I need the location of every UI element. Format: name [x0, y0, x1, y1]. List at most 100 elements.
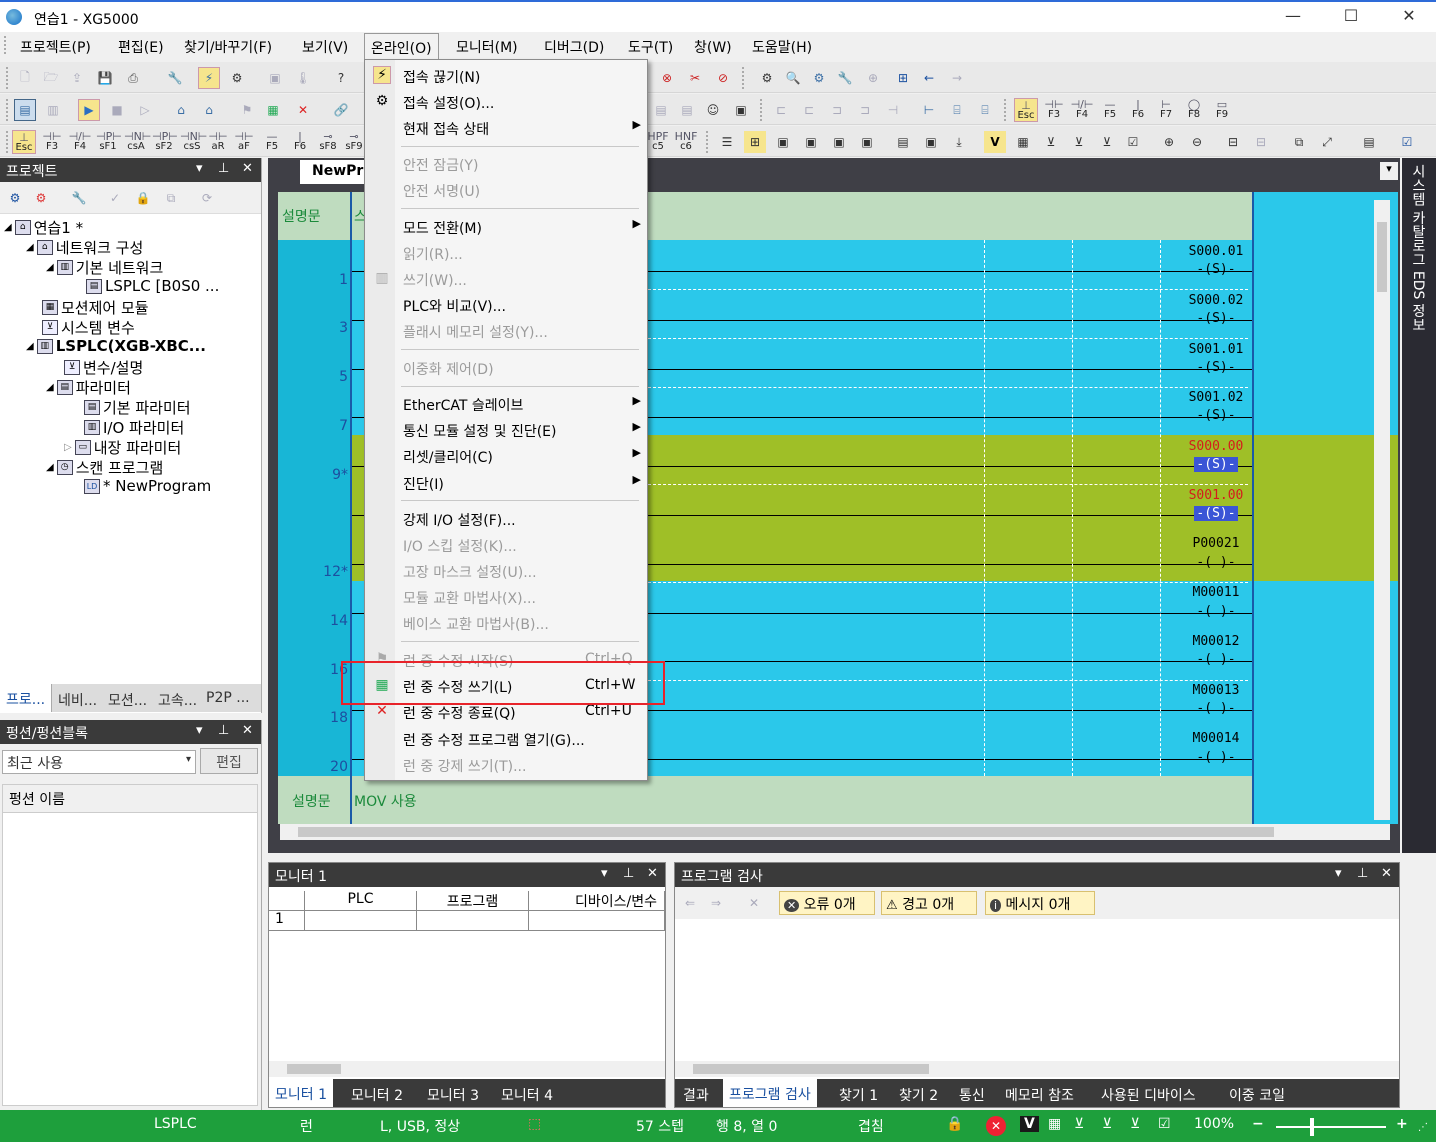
cell[interactable] [417, 911, 529, 931]
tree-item-basic-network[interactable]: ◢ ▥ 기본 네트워크 [46, 257, 163, 278]
next-result-icon[interactable]: ⇒ [705, 892, 727, 914]
tab-motion[interactable]: 모션... [108, 690, 147, 710]
tree-item-scan-program[interactable]: ◢ ◷ 스캔 프로그램 [46, 457, 163, 478]
cut-red-icon[interactable]: ✂ [684, 67, 706, 89]
window4-icon[interactable]: ▣ [856, 131, 878, 153]
set-coil-symbol-active[interactable]: ‑(S)‑ [1181, 506, 1251, 521]
coil-label[interactable]: S001.00 [1181, 488, 1251, 503]
zoom-in-button[interactable]: + [1396, 1116, 1408, 1132]
window3-icon[interactable]: ▣ [828, 131, 850, 153]
menu-tools[interactable]: 도구(T) [628, 37, 673, 57]
menu-item-flash-memory[interactable]: 플래시 메모리 설정(Y)... [365, 317, 647, 343]
scroll-thumb[interactable] [693, 1064, 929, 1074]
sf8-key-button[interactable]: ⊸ sF8 [316, 130, 340, 154]
window1-icon[interactable]: ▣ [772, 131, 794, 153]
scroll-thumb[interactable] [287, 1064, 341, 1074]
menu-item-ethercat[interactable]: EtherCAT 슬레이브 ▶ [365, 390, 647, 416]
print-icon[interactable]: ⎙ [122, 67, 144, 89]
chip-icon[interactable]: ▦ [1012, 131, 1034, 153]
panel-close-icon[interactable]: ✕ [242, 723, 253, 738]
forward-arrow-icon[interactable]: → [946, 67, 968, 89]
back-arrow-icon[interactable]: ← [918, 67, 940, 89]
f6-key-button[interactable]: | F6 [1126, 98, 1150, 122]
module-check-icon[interactable]: ▣ [730, 99, 752, 121]
menu-item-safety-lock[interactable]: 안전 잠금(Y) [365, 150, 647, 176]
plc-icon[interactable]: ⌂ [170, 99, 192, 121]
zoom-slider[interactable] [1276, 1118, 1386, 1136]
resize-grip-icon[interactable]: ⋰ [1418, 1122, 1428, 1133]
var-global-icon[interactable]: ⊻ [1068, 131, 1090, 153]
delete-col-icon[interactable]: ⊐ [854, 99, 876, 121]
panel-pin-icon[interactable]: ⊥ [623, 866, 634, 881]
coil-label[interactable]: M00014 [1181, 731, 1251, 746]
find-icon[interactable]: 🔍 [782, 67, 804, 89]
panel-close-icon[interactable]: ✕ [647, 866, 658, 881]
menu-item-run-edit-open[interactable]: 런 중 수정 프로그램 열기(G)... [365, 725, 647, 751]
monitor-start-icon[interactable]: ▤ [650, 99, 672, 121]
csa-key-button[interactable]: ⊣N⊢ csA [124, 130, 151, 154]
tree-item-builtin-params[interactable]: ▷ ▭ 내장 파라미터 [64, 437, 181, 458]
coil-label[interactable]: S000.02 [1181, 293, 1251, 308]
refresh-icon[interactable]: ⟳ [196, 187, 218, 209]
tree-item-variables[interactable]: ⊻ 변수/설명 [64, 357, 143, 378]
menu-item-mode-switch[interactable]: 모드 전환(M) ▶ [365, 213, 647, 239]
scroll-thumb[interactable] [298, 827, 1274, 837]
monitor-screen-icon[interactable]: ▤ [14, 99, 36, 121]
menu-view[interactable]: 보기(V) [302, 37, 348, 57]
coil-symbol[interactable]: ‑( )‑ [1181, 701, 1251, 716]
col-device-variable[interactable]: 디바이스/변수 [529, 891, 665, 911]
menu-edit[interactable]: 편집(E) [118, 37, 164, 57]
split-icon[interactable]: ⊟ [1222, 131, 1244, 153]
zoom-out-button[interactable]: − [1252, 1116, 1264, 1132]
layout2-icon[interactable]: ▣ [920, 131, 942, 153]
sf9-key-button[interactable]: ⊸ sF9 [342, 130, 366, 154]
flag-icon[interactable]: ⚑ [236, 99, 258, 121]
menu-item-redundancy[interactable]: 이중화 제어(D) [365, 354, 647, 380]
delete-row-icon[interactable]: ⊐ [826, 99, 848, 121]
af-key-button[interactable]: ⊣⊢ aF [232, 130, 256, 154]
insert-col-icon[interactable]: ⊏ [798, 99, 820, 121]
menu-item-force-io[interactable]: 강제 I/O 설정(F)... [365, 505, 647, 531]
set-coil-symbol-active[interactable]: ‑(S)‑ [1181, 457, 1251, 472]
panel-close-icon[interactable]: ✕ [242, 161, 253, 176]
delete-red-icon[interactable]: ⊘ [712, 67, 734, 89]
set-coil-symbol[interactable]: ‑(S)‑ [1181, 360, 1251, 375]
set-coil-symbol[interactable]: ‑(S)‑ [1181, 408, 1251, 423]
tree-item-system-vars[interactable]: ⊻ 시스템 변수 [42, 317, 135, 338]
prev-result-icon[interactable]: ⇐ [679, 892, 701, 914]
menu-item-safety-signature[interactable]: 안전 서명(U) [365, 176, 647, 202]
f9-key-button[interactable]: ▭ F9 [1210, 98, 1234, 122]
lock-icon[interactable]: 🔒 [132, 187, 154, 209]
restore-icon[interactable]: ⧉ [1288, 131, 1310, 153]
split2-icon[interactable]: ⊟ [1250, 131, 1272, 153]
f4-key-button[interactable]: ⊣/⊢ F4 [68, 130, 92, 154]
insert-row-icon[interactable]: ⊏ [770, 99, 792, 121]
tools-icon[interactable]: 🔧 [164, 67, 186, 89]
thermo-icon[interactable]: 🌡 [292, 67, 314, 89]
f8-key-button[interactable]: ◯ F8 [1182, 98, 1206, 122]
tree-item-network[interactable]: ◢ ⌂ 네트워크 구성 [26, 237, 143, 258]
set-coil-symbol[interactable]: ‑(S)‑ [1181, 311, 1251, 326]
zoom-out-icon[interactable]: ⊖ [1186, 131, 1208, 153]
variable-icon[interactable]: ⚙ [808, 67, 830, 89]
checkbox-icon[interactable]: ☑ [1396, 131, 1418, 153]
menu-item-disconnect[interactable]: ⚡ 접속 끊기(N) [365, 62, 647, 88]
check-mark-icon[interactable]: ✓ [104, 187, 126, 209]
f7-key-button[interactable]: ⊢ F7 [1154, 98, 1178, 122]
menu-monitor[interactable]: 모니터(M) [456, 37, 518, 57]
clear-icon[interactable]: ✕ [743, 892, 765, 914]
panel-dropdown-icon[interactable]: ▾ [601, 866, 608, 881]
tab-project[interactable]: 프로... [0, 684, 53, 712]
check-status-icon[interactable]: ☑ [1158, 1116, 1171, 1132]
panel-close-icon[interactable]: ✕ [1381, 866, 1392, 881]
link-icon[interactable]: 🔗 [330, 99, 352, 121]
menu-help[interactable]: 도움말(H) [752, 37, 812, 57]
panel-pin-icon[interactable]: ⊥ [1357, 866, 1368, 881]
ladder-view-icon[interactable]: ⊞ [744, 131, 766, 153]
coil-label[interactable]: M00013 [1181, 683, 1251, 698]
open-project-icon[interactable]: 🗁 [40, 67, 62, 89]
errors-filter[interactable]: ✕ 오류 0개 [779, 891, 875, 915]
tree-item-parameters[interactable]: ◢ ▤ 파라미터 [46, 377, 131, 398]
coil-label[interactable]: S000.01 [1181, 244, 1251, 259]
list-view-icon[interactable]: ☰ [716, 131, 738, 153]
